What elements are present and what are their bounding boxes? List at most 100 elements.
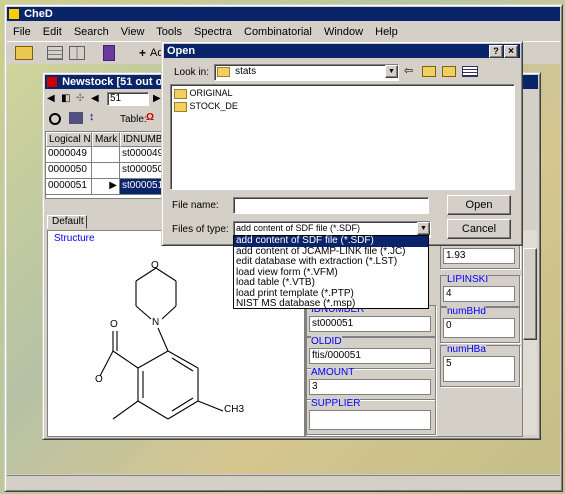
file-type-option-selected[interactable]: add content of SDF file (*.SDF): [234, 235, 428, 247]
help-button[interactable]: ?: [489, 45, 503, 58]
open-dialog-title: Open: [167, 45, 196, 57]
numbhd-field[interactable]: 0: [443, 318, 515, 338]
atom-o-morpholine: O: [151, 260, 159, 271]
supplier-label: SUPPLIER: [311, 398, 361, 409]
look-in-value: stats: [235, 66, 257, 77]
records-table: Logical N. Mark IDNUMBE 0000049 st000049…: [45, 131, 165, 199]
prev-page-icon[interactable]: ◧: [61, 93, 70, 104]
idnumber-field[interactable]: st000051: [309, 316, 431, 332]
open-button[interactable]: Open: [447, 195, 511, 215]
back-arrow-icon[interactable]: ⇦: [404, 64, 413, 77]
record-number-field[interactable]: 51: [107, 92, 149, 106]
file-list[interactable]: ORIGINAL STOCK_DE: [170, 84, 515, 190]
menu-spectra[interactable]: Spectra: [194, 26, 232, 38]
numhba-field[interactable]: 5: [443, 356, 515, 382]
file-name-input[interactable]: [233, 197, 429, 214]
lipinski-group: LIPINSKI 4: [440, 274, 520, 307]
newstock-title: Newstock [51 out of 1: [62, 76, 176, 88]
scroll-thumb[interactable]: [523, 248, 537, 340]
lipinski-field[interactable]: 4: [443, 286, 515, 302]
methyl-label: CH3: [224, 404, 245, 415]
flask-icon[interactable]: [103, 45, 115, 61]
numbhd-group: numBHd 0: [440, 306, 520, 343]
menu-bar: File Edit Search View Tools Spectra Comb…: [13, 25, 407, 39]
navigate-icon[interactable]: ✣: [76, 93, 84, 104]
layout-vertical-icon[interactable]: [69, 46, 85, 60]
folder-icon: [174, 88, 187, 99]
prev-record-icon[interactable]: ◀: [91, 93, 99, 104]
close-button[interactable]: ×: [504, 45, 518, 58]
column-header-idnumber[interactable]: IDNUMBE: [120, 132, 164, 147]
folder-icon: [217, 67, 230, 77]
numhba-group: numHBa 5: [440, 344, 520, 387]
menu-window[interactable]: Window: [324, 26, 363, 38]
vertical-scrollbar[interactable]: [522, 230, 537, 435]
status-bar: [7, 475, 560, 490]
cancel-button[interactable]: Cancel: [447, 219, 511, 239]
folder-icon: [174, 101, 187, 112]
table-row-mark[interactable]: ▶: [92, 179, 120, 195]
menu-search[interactable]: Search: [74, 26, 109, 38]
numbhd-label: numBHd: [447, 306, 486, 317]
lipinski-label: LIPINSKI: [447, 274, 489, 285]
file-type-label: Files of type:: [172, 224, 229, 235]
open-dialog-titlebar: Open ? ×: [164, 44, 520, 58]
atom-o-ring: O: [95, 374, 103, 385]
table-row-logical[interactable]: 0000049: [46, 147, 92, 163]
amount-label: AMOUNT: [311, 367, 355, 378]
file-type-option[interactable]: load table (*.VTB): [234, 277, 428, 289]
table-row-id[interactable]: st000049: [120, 147, 164, 163]
menu-tools[interactable]: Tools: [156, 26, 182, 38]
newstock-icon: [47, 77, 57, 87]
app-title: CheD: [24, 8, 53, 20]
list-item[interactable]: ORIGINAL: [174, 88, 233, 99]
amount-group: AMOUNT 3: [306, 367, 436, 400]
add-icon[interactable]: +: [139, 47, 146, 59]
view-menu-icon[interactable]: [462, 66, 478, 77]
column-header-logical[interactable]: Logical N.: [46, 132, 92, 147]
menu-file[interactable]: File: [13, 26, 31, 38]
sort-icon[interactable]: ↕: [89, 111, 95, 123]
menu-help[interactable]: Help: [375, 26, 398, 38]
table-select-icon[interactable]: Ω: [146, 112, 154, 123]
view-icon[interactable]: [49, 113, 61, 125]
table-row-mark[interactable]: [92, 163, 120, 179]
oldid-field[interactable]: ftis/000051: [309, 348, 431, 364]
menu-view[interactable]: View: [121, 26, 145, 38]
atom-n: N: [152, 317, 160, 328]
menu-edit[interactable]: Edit: [43, 26, 62, 38]
table-row-id-selected[interactable]: st000051: [120, 179, 164, 195]
next-record-icon[interactable]: ▶: [153, 93, 161, 104]
table-row-mark[interactable]: [92, 147, 120, 163]
folder-name: STOCK_DE: [189, 101, 238, 111]
oldid-label: OLDID: [311, 336, 342, 347]
column-header-mark[interactable]: Mark: [92, 132, 120, 147]
table-tools-icon[interactable]: [69, 112, 83, 124]
table-row-id[interactable]: st000050: [120, 163, 164, 179]
open-folder-icon[interactable]: [15, 46, 33, 60]
file-type-dropdown[interactable]: add content of SDF file (*.SDF) add cont…: [233, 235, 429, 309]
list-item[interactable]: STOCK_DE: [174, 101, 238, 112]
logp-field[interactable]: 1.93: [443, 248, 515, 264]
table-row-logical[interactable]: 0000051: [46, 179, 92, 195]
tab-default[interactable]: Default: [47, 215, 87, 229]
menu-combinatorial[interactable]: Combinatorial: [244, 26, 312, 38]
amount-field[interactable]: 3: [309, 379, 431, 395]
file-type-value: add content of SDF file (*.SDF): [236, 223, 361, 233]
up-folder-icon[interactable]: [422, 66, 436, 77]
look-in-select[interactable]: stats ▼: [214, 64, 399, 81]
chevron-down-icon[interactable]: ▼: [417, 222, 430, 235]
file-type-option[interactable]: edit database with extraction (*.LST): [234, 256, 428, 268]
first-record-icon[interactable]: ◀: [47, 93, 55, 104]
look-in-label: Look in:: [174, 67, 210, 78]
layout-horizontal-icon[interactable]: [47, 46, 63, 60]
supplier-field[interactable]: [309, 410, 431, 430]
chevron-down-icon[interactable]: ▼: [385, 65, 398, 78]
numhba-label: numHBa: [447, 344, 486, 355]
idnumber-group: IDNUMBER st000051: [306, 304, 436, 337]
app-icon: [9, 9, 19, 19]
new-folder-icon[interactable]: [442, 66, 456, 77]
table-row-logical[interactable]: 0000050: [46, 163, 92, 179]
file-type-option[interactable]: NIST MS database (*.msp): [234, 298, 428, 310]
folder-name: ORIGINAL: [189, 88, 233, 98]
